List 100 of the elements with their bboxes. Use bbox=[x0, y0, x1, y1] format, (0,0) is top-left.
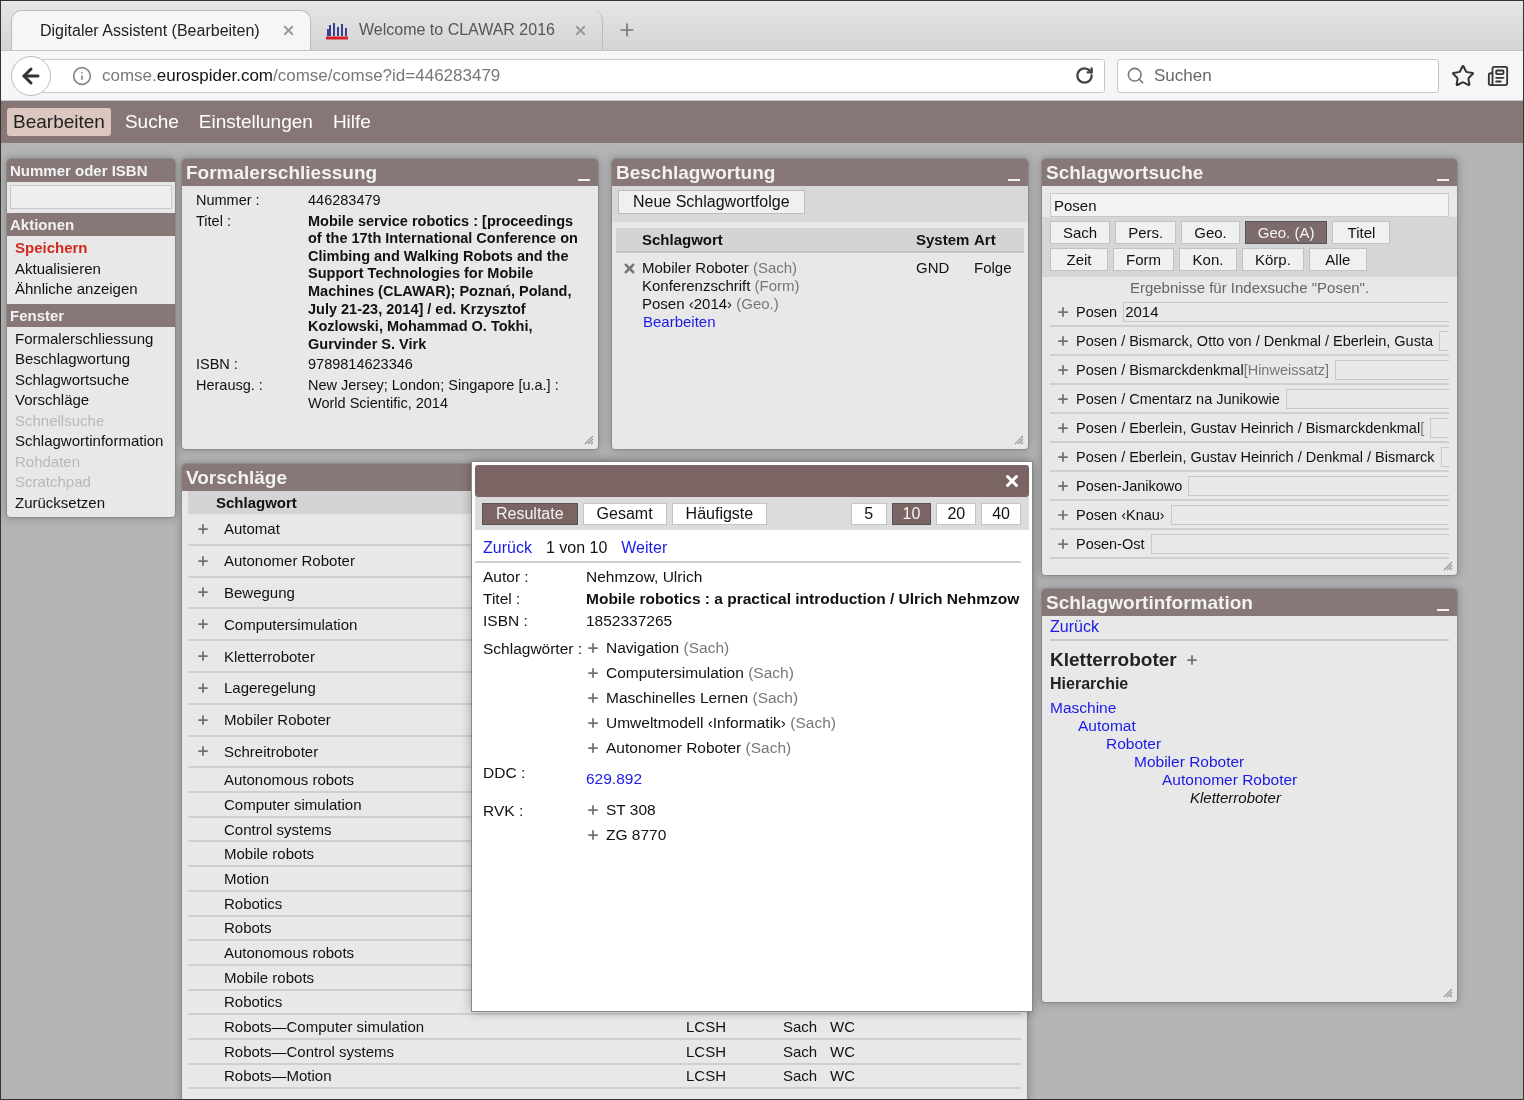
result-field[interactable] bbox=[1430, 417, 1449, 438]
number-input-field[interactable] bbox=[10, 185, 172, 209]
search-field[interactable]: Suchen bbox=[1117, 58, 1439, 93]
result-term[interactable]: Posen / Eberlein, Gustav Heinrich / Denkmal / Bismarck bbox=[1076, 448, 1435, 465]
close-icon[interactable] bbox=[281, 23, 296, 38]
expand-icon[interactable] bbox=[1056, 304, 1070, 319]
info-icon[interactable] bbox=[72, 65, 92, 86]
hierarchy-link[interactable]: Maschine bbox=[1050, 699, 1117, 717]
view-tab[interactable]: Häufigste bbox=[671, 503, 768, 525]
new-heading-button[interactable]: Neue Schlagwortfolge bbox=[618, 190, 805, 214]
menu-item[interactable]: Bearbeiten bbox=[7, 108, 111, 136]
sidebar-item[interactable]: Schlagwortsuche bbox=[15, 369, 167, 390]
edit-link[interactable]: Bearbeiten bbox=[643, 313, 716, 331]
expand-icon[interactable] bbox=[196, 680, 210, 695]
add-icon[interactable] bbox=[586, 715, 600, 730]
resize-grip-icon[interactable] bbox=[584, 435, 594, 445]
view-tab[interactable]: Resultate bbox=[482, 503, 578, 525]
expand-icon[interactable] bbox=[196, 649, 210, 664]
add-icon[interactable] bbox=[586, 690, 600, 705]
expand-icon[interactable] bbox=[196, 553, 210, 568]
filter-button[interactable]: Kon. bbox=[1179, 248, 1237, 271]
expand-icon[interactable] bbox=[1056, 536, 1070, 551]
sidebar-item[interactable]: Formalerschliessung bbox=[15, 328, 167, 349]
back-link[interactable]: Zurück bbox=[483, 539, 532, 557]
filter-button[interactable]: Titel bbox=[1332, 221, 1391, 244]
back-link[interactable]: Zurück bbox=[1050, 618, 1099, 636]
menu-item[interactable]: Suche bbox=[118, 108, 185, 136]
address-field[interactable]: comse.eurospider.com/comse/comse?id=446283479 bbox=[43, 58, 1105, 93]
sidebar-item[interactable]: Schlagwortinformation bbox=[15, 431, 167, 452]
result-term[interactable]: Posen-Janikowo bbox=[1076, 477, 1183, 494]
resize-grip-icon[interactable] bbox=[1014, 435, 1024, 445]
expand-icon[interactable] bbox=[1056, 449, 1070, 464]
add-icon[interactable] bbox=[586, 740, 600, 755]
result-field[interactable] bbox=[1170, 504, 1449, 525]
filter-button[interactable]: Pers. bbox=[1115, 221, 1177, 244]
add-icon[interactable] bbox=[586, 802, 600, 817]
view-tab[interactable]: Gesamt bbox=[582, 503, 667, 525]
reload-icon[interactable] bbox=[1075, 66, 1094, 85]
menu-item[interactable]: Einstellungen bbox=[192, 108, 319, 136]
sidebar-item[interactable]: Aktualisieren bbox=[15, 258, 167, 279]
filter-button[interactable]: Körp. bbox=[1242, 248, 1304, 271]
expand-icon[interactable] bbox=[196, 521, 210, 536]
result-term[interactable]: Posen / Bismarckdenkmal[Hinweissatz] bbox=[1076, 361, 1330, 378]
hierarchy-link[interactable]: Autonomer Roboter bbox=[1162, 771, 1298, 789]
sidebar-item[interactable]: Beschlagwortung bbox=[15, 349, 167, 370]
add-icon[interactable] bbox=[586, 640, 600, 655]
hierarchy-link[interactable]: Automat bbox=[1078, 717, 1136, 735]
page-size-button[interactable]: 40 bbox=[981, 503, 1021, 525]
sidebar-item[interactable]: Vorschläge bbox=[15, 390, 167, 411]
hierarchy-link[interactable]: Roboter bbox=[1106, 735, 1162, 753]
expand-icon[interactable] bbox=[1056, 478, 1070, 493]
table-cell[interactable]: Robots—Motion bbox=[224, 1067, 686, 1085]
filter-button[interactable]: Zeit bbox=[1050, 248, 1108, 271]
expand-icon[interactable] bbox=[196, 617, 210, 632]
result-field[interactable] bbox=[1439, 330, 1449, 351]
delete-icon[interactable] bbox=[622, 261, 637, 276]
add-icon[interactable] bbox=[586, 665, 600, 680]
table-cell[interactable]: Robots—Computer simulation bbox=[224, 1018, 686, 1036]
filter-button[interactable]: Geo. bbox=[1181, 221, 1240, 244]
expand-icon[interactable] bbox=[196, 585, 210, 600]
filter-button[interactable]: Form bbox=[1113, 248, 1174, 271]
result-term[interactable]: Posen / Bismarck, Otto von / Denkmal / Eberlein, Gusta bbox=[1076, 332, 1433, 349]
reader-list-icon[interactable] bbox=[1487, 64, 1509, 87]
expand-icon[interactable] bbox=[1056, 420, 1070, 435]
search-input-field[interactable]: Posen bbox=[1050, 193, 1449, 217]
result-term[interactable]: Posen / Cmentarz na Junikowie bbox=[1076, 390, 1280, 407]
bookmark-star-icon[interactable] bbox=[1451, 63, 1475, 88]
sidebar-item[interactable]: Speichern bbox=[15, 238, 167, 259]
sidebar-item[interactable]: Zurücksetzen bbox=[15, 492, 167, 513]
close-icon[interactable] bbox=[1003, 472, 1021, 490]
filter-button[interactable]: Alle bbox=[1308, 248, 1367, 271]
browser-tab[interactable]: Digitaler Assistent (Bearbeiten) bbox=[11, 10, 311, 50]
add-icon[interactable] bbox=[1184, 653, 1199, 667]
result-field[interactable] bbox=[1335, 359, 1449, 380]
expand-icon[interactable] bbox=[1056, 507, 1070, 522]
result-field[interactable] bbox=[1440, 446, 1449, 467]
resize-grip-icon[interactable] bbox=[1443, 561, 1453, 571]
resize-grip-icon[interactable] bbox=[1443, 988, 1453, 998]
result-field[interactable] bbox=[1188, 475, 1449, 496]
hierarchy-link[interactable]: Mobiler Roboter bbox=[1134, 753, 1245, 771]
classification-link[interactable]: 629.892 bbox=[586, 763, 1021, 792]
expand-icon[interactable] bbox=[196, 712, 210, 727]
expand-icon[interactable] bbox=[1056, 362, 1070, 377]
expand-icon[interactable] bbox=[196, 744, 210, 759]
result-term[interactable]: Posen / Eberlein, Gustav Heinrich / Bismarckdenkmal[ bbox=[1076, 419, 1425, 436]
page-size-button[interactable]: 5 bbox=[850, 503, 887, 525]
result-term[interactable]: Posen ‹Knau› bbox=[1076, 506, 1165, 523]
expand-icon[interactable] bbox=[1056, 333, 1070, 348]
filter-button[interactable]: Geo. (A) bbox=[1244, 221, 1328, 244]
result-field[interactable] bbox=[1285, 388, 1449, 409]
result-term[interactable]: Posen bbox=[1076, 303, 1118, 320]
add-icon[interactable] bbox=[586, 827, 600, 842]
page-size-button[interactable]: 20 bbox=[936, 503, 977, 525]
table-cell[interactable]: Robots—Control systems bbox=[224, 1042, 686, 1060]
browser-tab[interactable]: Welcome to CLAWAR 2016 bbox=[315, 10, 603, 50]
filter-button[interactable]: Sach bbox=[1050, 221, 1111, 244]
sidebar-item[interactable]: Ähnliche anzeigen bbox=[15, 279, 167, 300]
menu-item[interactable]: Hilfe bbox=[326, 108, 377, 136]
back-button[interactable] bbox=[11, 55, 51, 96]
expand-icon[interactable] bbox=[1056, 391, 1070, 406]
